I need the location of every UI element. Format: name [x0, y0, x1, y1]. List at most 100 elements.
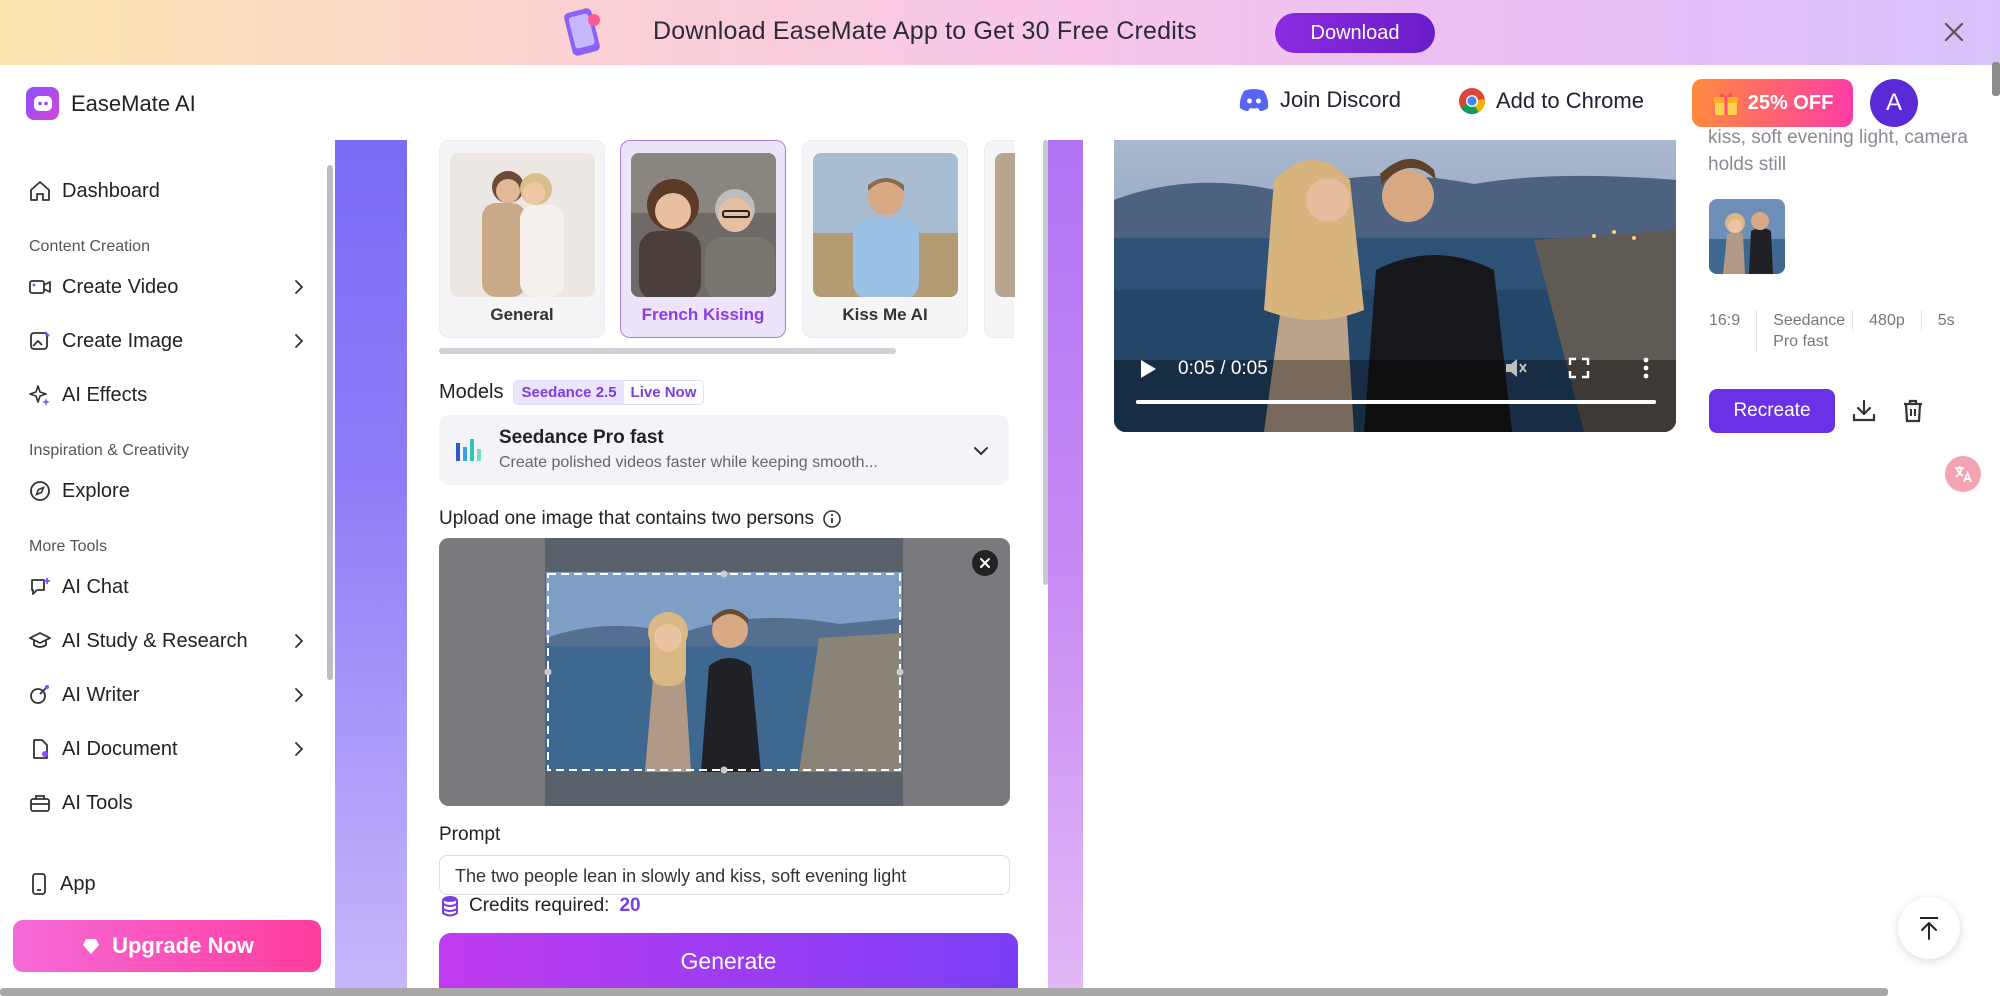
- effect-card-kiss-me-ai[interactable]: Kiss Me AI: [802, 140, 968, 338]
- panel-scrollbar[interactable]: [1043, 140, 1048, 585]
- chat-icon: [31, 578, 50, 595]
- result-model: Seedance Pro fast: [1756, 310, 1852, 352]
- home-icon: [30, 181, 50, 201]
- sidebar-item-label: Create Video: [62, 275, 179, 298]
- phone-app-icon: [564, 8, 600, 56]
- generate-button[interactable]: Generate: [439, 933, 1018, 996]
- info-icon[interactable]: [822, 509, 842, 529]
- more-options-icon[interactable]: [1636, 356, 1656, 380]
- window-scrollbar-horizontal[interactable]: [0, 988, 1888, 996]
- offer-label: 25% OFF: [1747, 91, 1834, 114]
- effect-thumbnail: [631, 153, 776, 297]
- arrow-up-icon: [1920, 917, 1938, 940]
- close-icon: [980, 558, 990, 568]
- sidebar-item-ai-chat[interactable]: AI Chat: [28, 570, 308, 604]
- coins-icon: [442, 896, 458, 917]
- sidebar-item-app[interactable]: App: [28, 867, 308, 901]
- sidebar-item-create-image[interactable]: Create Image: [28, 324, 308, 358]
- sidebar-section-more-tools: More Tools: [29, 538, 107, 555]
- phone-icon: [32, 873, 46, 895]
- brand[interactable]: EaseMate AI: [26, 87, 196, 120]
- effects-scrollbar[interactable]: [439, 348, 896, 354]
- volume-muted-icon[interactable]: [1503, 356, 1529, 380]
- user-avatar[interactable]: A: [1870, 79, 1918, 127]
- sidebar-item-label: Dashboard: [62, 179, 160, 202]
- sidebar-item-label: App: [60, 872, 96, 895]
- credits-value: 20: [619, 895, 641, 916]
- effect-label: French Kissing: [641, 305, 765, 324]
- result-aspect: 16:9: [1709, 312, 1741, 329]
- sidebar-item-label: AI Chat: [62, 575, 129, 598]
- video-time: 0:05 / 0:05: [1178, 358, 1268, 379]
- effect-thumbnail: [995, 153, 1015, 297]
- translate-button[interactable]: [1945, 456, 1981, 492]
- badge-status: Live Now: [623, 381, 704, 404]
- badge-model-name: Seedance 2.5: [514, 381, 624, 404]
- chevron-right-icon: [295, 742, 304, 756]
- upgrade-now-label: Upgrade Now: [112, 933, 254, 958]
- play-icon[interactable]: [1138, 358, 1158, 380]
- new-model-badge[interactable]: Seedance 2.5 Live Now: [513, 380, 705, 405]
- fullscreen-icon[interactable]: [1568, 357, 1590, 379]
- top-header: EaseMate AI Join Discord Add to Chrome 2…: [0, 65, 2000, 140]
- sidebar-scrollbar[interactable]: [327, 165, 333, 680]
- model-select[interactable]: Seedance Pro fast Create polished videos…: [439, 415, 1009, 485]
- purple-gutter: [335, 140, 407, 996]
- sidebar-item-label: AI Study & Research: [62, 629, 248, 652]
- upgrade-now-button[interactable]: Upgrade Now: [13, 920, 321, 972]
- sidebar-item-dashboard[interactable]: Dashboard: [28, 174, 308, 208]
- translate-icon: [1955, 466, 1972, 483]
- sidebar-item-ai-tools[interactable]: AI Tools: [28, 786, 308, 820]
- prompt-text: The two people lean in slowly and kiss, …: [455, 866, 907, 886]
- prompt-textarea[interactable]: The two people lean in slowly and kiss, …: [439, 855, 1010, 895]
- result-source-thumbnail[interactable]: [1709, 199, 1785, 274]
- sidebar-item-label: AI Writer: [62, 683, 140, 706]
- sidebar-item-explore[interactable]: Explore: [28, 474, 308, 508]
- result-meta: 16:9 Seedance Pro fast 480p 5s: [1709, 310, 1971, 352]
- sidebar-section-inspiration: Inspiration & Creativity: [29, 442, 190, 459]
- video-progress-bar[interactable]: [1136, 400, 1656, 404]
- sidebar-item-ai-study[interactable]: AI Study & Research: [28, 624, 308, 658]
- join-discord-link[interactable]: Join Discord: [1238, 87, 1401, 113]
- offer-button[interactable]: 25% OFF: [1692, 79, 1853, 127]
- close-icon[interactable]: [1940, 18, 1968, 46]
- sidebar-item-label: Create Image: [62, 329, 184, 352]
- seedance-logo-icon: [456, 439, 481, 461]
- promo-banner: Download EaseMate App to Get 30 Free Cre…: [0, 0, 2000, 65]
- sidebar-item-ai-document[interactable]: AI Document: [28, 732, 308, 766]
- credits-label: Credits required:: [469, 895, 610, 916]
- scroll-to-top-button[interactable]: [1898, 897, 1960, 959]
- download-app-button[interactable]: Download: [1275, 13, 1435, 53]
- video-frame: [1114, 140, 1676, 432]
- recreate-button[interactable]: Recreate: [1709, 389, 1835, 433]
- sidebar-item-ai-writer[interactable]: AI Writer: [28, 678, 308, 712]
- window-scrollbar-vertical[interactable]: [1992, 62, 2000, 96]
- compass-icon: [30, 481, 50, 501]
- sidebar-item-create-video[interactable]: Create Video: [28, 270, 308, 304]
- graduation-cap-icon: [29, 632, 51, 648]
- remove-image-button[interactable]: [972, 550, 998, 576]
- add-to-chrome-link[interactable]: Add to Chrome: [1458, 87, 1644, 115]
- video-player[interactable]: [1114, 140, 1676, 432]
- purple-gutter: [1048, 140, 1083, 996]
- effect-card-french-kissing[interactable]: French Kissing: [620, 140, 786, 338]
- effect-card-partial[interactable]: [984, 140, 1015, 338]
- pen-icon: [30, 685, 49, 704]
- brand-name: EaseMate AI: [71, 90, 196, 116]
- effect-card-general[interactable]: General: [439, 140, 605, 338]
- toolbox-icon: [30, 795, 50, 812]
- chevron-right-icon: [295, 334, 304, 348]
- couple-photo: [450, 153, 595, 297]
- sidebar-item-label: AI Effects: [62, 383, 148, 406]
- download-icon[interactable]: [1851, 398, 1877, 424]
- promo-text: Download EaseMate App to Get 30 Free Cre…: [653, 17, 1197, 45]
- effect-thumbnail: [813, 153, 958, 297]
- document-icon: [33, 739, 48, 759]
- couple-photo: [1709, 199, 1785, 274]
- sidebar-item-ai-effects[interactable]: AI Effects: [28, 378, 308, 412]
- upload-dropzone[interactable]: [439, 538, 1010, 806]
- model-description: Create polished videos faster while keep…: [499, 454, 878, 471]
- upload-label-text: Upload one image that contains two perso…: [439, 508, 814, 529]
- trash-icon[interactable]: [1901, 398, 1925, 424]
- image-edit-icon: [30, 331, 50, 350]
